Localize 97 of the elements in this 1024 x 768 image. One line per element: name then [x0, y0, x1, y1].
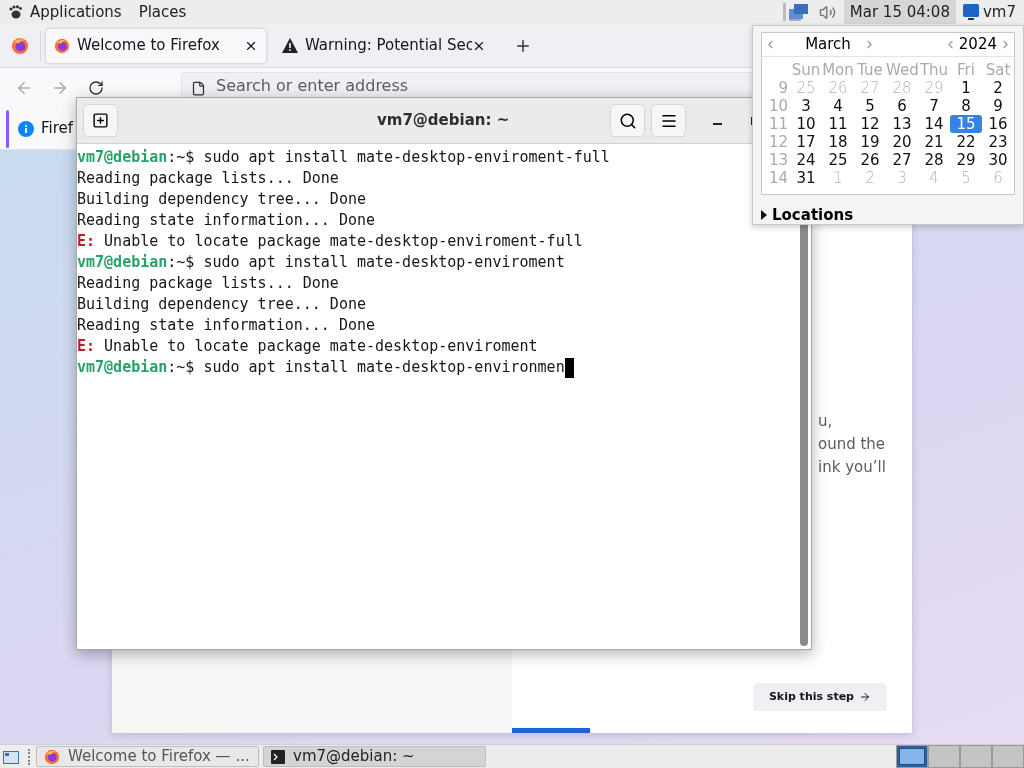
arrow-icon [859, 691, 871, 703]
info-icon [18, 120, 34, 137]
add-icon [92, 112, 109, 129]
weekday-label: Tue [856, 61, 884, 79]
search-button[interactable] [610, 104, 645, 137]
task-button[interactable]: Welcome to Firefox — ... [36, 746, 259, 767]
calendar-day[interactable]: 19 [854, 133, 886, 151]
menu-button[interactable] [651, 104, 686, 137]
calendar-day[interactable]: 12 [854, 115, 886, 133]
week-number: 13 [767, 151, 789, 169]
calendar-day[interactable]: 25 [822, 151, 854, 169]
user-name[interactable]: vm7 [982, 0, 1016, 24]
weekday-label: Sun [790, 61, 822, 79]
panel-menu[interactable]: Applications [30, 0, 122, 24]
new-tab-button[interactable] [83, 104, 118, 137]
weekday-label: Mon [822, 61, 854, 79]
calendar-day[interactable]: 11 [822, 115, 854, 133]
terminal-line: Reading package lists... Done [77, 168, 339, 189]
calendar-day[interactable]: 1 [950, 79, 982, 97]
terminal-line: Reading package lists... Done [77, 273, 339, 294]
notification-text: Firef [41, 118, 74, 140]
tab-title: Welcome to Firefox [77, 35, 221, 57]
calendar-day[interactable]: 21 [918, 133, 950, 151]
month-label: March [804, 34, 852, 56]
locations-expander[interactable]: Locations [761, 204, 854, 227]
foot-icon [9, 5, 22, 19]
panel-menu[interactable]: Places [138, 0, 187, 24]
calendar-day[interactable]: 5 [854, 97, 886, 115]
calendar-day[interactable]: 17 [790, 133, 822, 151]
expander-arrow-icon [761, 210, 767, 221]
body-text: ink you’ll [818, 457, 887, 478]
week-number: 9 [777, 79, 789, 97]
calendar-day[interactable]: 20 [886, 133, 918, 151]
monitor-icon [962, 3, 979, 21]
calendar-day[interactable]: 23 [982, 133, 1014, 151]
year-label: 2024 [958, 34, 997, 56]
terminal-line: Reading state information... Done [77, 210, 375, 231]
terminal-line: Building dependency tree... Done [77, 189, 366, 210]
weekday-label: Fri [956, 61, 976, 79]
terminal-line: vm7@debian:~$ sudo apt install mate-desktop-enviroment-full [77, 147, 610, 168]
search-icon [618, 111, 637, 130]
browser-tab[interactable]: Welcome to Firefox [46, 28, 266, 63]
workspace[interactable] [896, 745, 928, 768]
terminal-line: Building dependency tree... Done [77, 294, 366, 315]
body-text: u, [818, 411, 834, 432]
terminal-line: E: Unable to locate package mate-desktop-enviroment-full [77, 231, 583, 252]
network-icon[interactable] [782, 2, 811, 22]
task-title: Welcome to Firefox — ... [68, 746, 250, 768]
calendar-day[interactable]: 8 [950, 97, 982, 115]
calendar-day[interactable]: 16 [982, 115, 1014, 133]
week-number: 14 [767, 169, 789, 187]
calendar-day[interactable]: 3 [790, 97, 822, 115]
calendar-day[interactable]: 2 [982, 79, 1014, 97]
window-title: vm7@debian: ~ [377, 110, 510, 132]
week-number: 10 [767, 97, 789, 115]
terminal-line: vm7@debian:~$ sudo apt install mate-desktop-enviroment [77, 252, 565, 273]
calendar-day[interactable]: 14 [918, 115, 950, 133]
calendar-day[interactable]: 27 [886, 151, 918, 169]
calendar-day[interactable]: 6 [886, 97, 918, 115]
minimize-button[interactable] [713, 122, 722, 125]
terminal-line: vm7@debian:~$ sudo apt install mate-desktop-environmen [77, 357, 574, 378]
calendar-day[interactable]: 10 [790, 115, 822, 133]
weekday-label: Sat [984, 61, 1012, 79]
terminal-icon [271, 749, 285, 764]
weekday-label: Wed [886, 61, 918, 79]
calendar-day[interactable]: 31 [790, 169, 822, 187]
reload-icon[interactable] [88, 80, 104, 96]
clock[interactable]: Mar 15 04:08 [843, 0, 956, 24]
calendar-day[interactable]: 28 [918, 151, 950, 169]
week-number: 12 [767, 133, 789, 151]
calendar-day[interactable]: 26 [854, 151, 886, 169]
firefox-icon [54, 37, 70, 54]
calendar-day[interactable]: 22 [950, 133, 982, 151]
calendar-day[interactable]: 9 [982, 97, 1014, 115]
body-text: ound the [818, 434, 887, 455]
volume-icon[interactable] [818, 3, 836, 21]
calendar-day[interactable]: 13 [886, 115, 918, 133]
address-field[interactable]: Search or enter address [216, 77, 428, 95]
calendar-day[interactable]: 29 [950, 151, 982, 169]
skip-button[interactable]: Skip this step [752, 683, 887, 711]
calendar-day[interactable]: 7 [918, 97, 950, 115]
terminal-line: E: Unable to locate package mate-desktop-enviroment [77, 336, 538, 357]
show-desktop-icon[interactable] [3, 748, 19, 765]
terminal-line: Reading state information... Done [77, 315, 375, 336]
weekday-label: Thu [918, 61, 950, 79]
calendar-day[interactable]: 15 [950, 115, 982, 133]
warning-icon [282, 38, 298, 53]
firefox-icon [11, 36, 29, 55]
task-button[interactable]: vm7@debian: ~ [263, 746, 486, 767]
calendar-day[interactable]: 24 [790, 151, 822, 169]
calendar-day[interactable]: 30 [982, 151, 1014, 169]
firefox-icon [44, 748, 60, 765]
calendar-day[interactable]: 18 [822, 133, 854, 151]
calendar-day[interactable]: 4 [822, 97, 854, 115]
page-icon [191, 80, 206, 96]
week-number: 11 [767, 115, 789, 133]
task-title: vm7@debian: ~ [293, 746, 415, 768]
